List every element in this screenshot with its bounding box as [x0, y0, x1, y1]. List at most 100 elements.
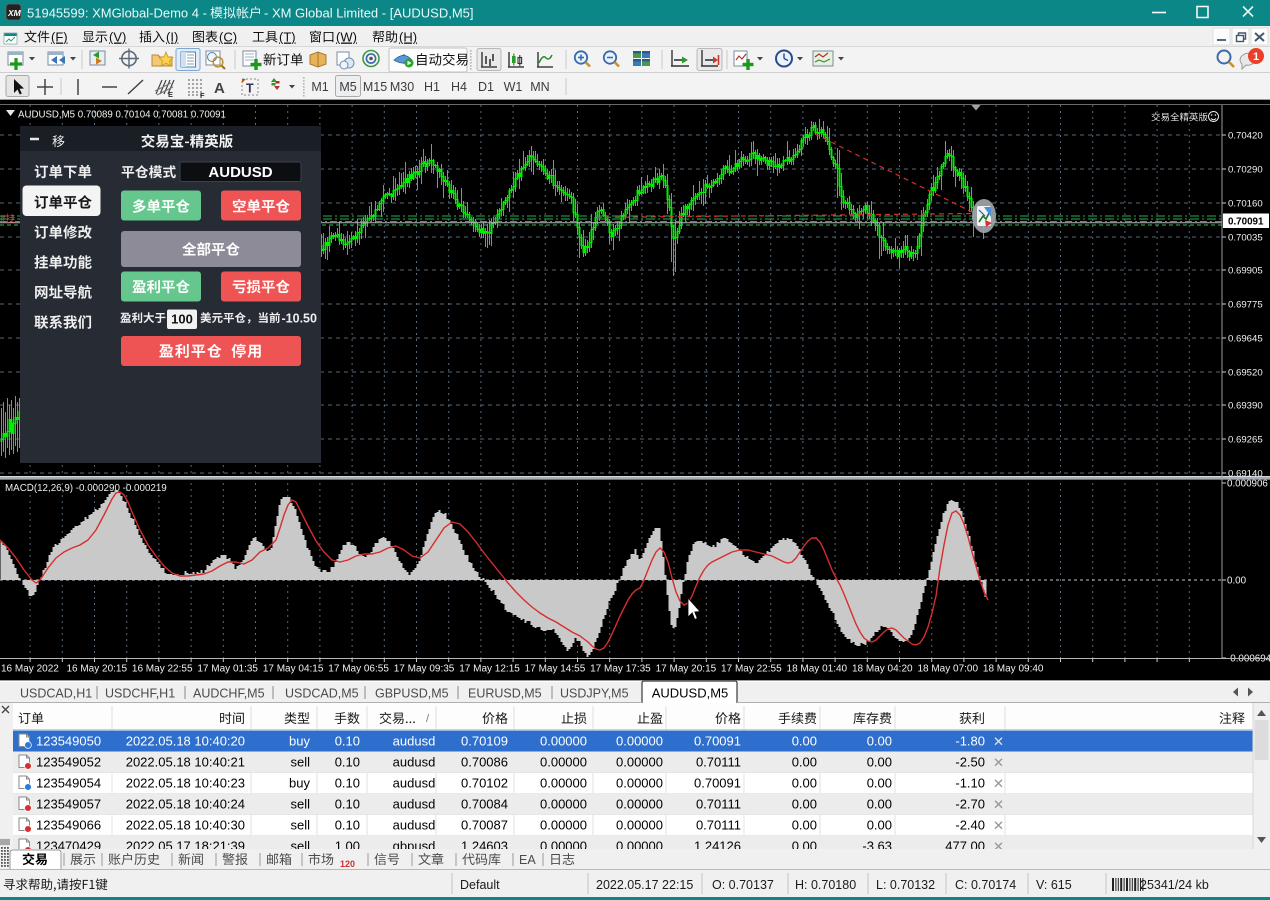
svg-text:F: F	[200, 91, 205, 100]
svg-text:GBPUSD,M5: GBPUSD,M5	[375, 687, 449, 701]
svg-text:0.70111: 0.70111	[696, 818, 741, 833]
svg-text:16 May 20:15: 16 May 20:15	[66, 664, 127, 675]
svg-text:O: 0.70137: O: 0.70137	[712, 878, 774, 892]
svg-text:XM: XM	[7, 8, 22, 18]
svg-text:0.00000: 0.00000	[540, 755, 587, 770]
svg-text:0.00000: 0.00000	[616, 755, 663, 770]
svg-text:sell: sell	[290, 755, 310, 770]
svg-text:0.70420: 0.70420	[1228, 131, 1263, 142]
svg-text:AUDCHF,M5: AUDCHF,M5	[193, 687, 265, 701]
svg-text:MACD(12,26,9) -0.000290 -0.000: MACD(12,26,9) -0.000290 -0.000219	[5, 483, 167, 494]
svg-text:(V): (V)	[109, 30, 126, 45]
svg-text:123549066: 123549066	[36, 818, 101, 833]
svg-text:audusd: audusd	[393, 734, 436, 749]
svg-text:2022.05.18 10:40:30: 2022.05.18 10:40:30	[126, 818, 245, 833]
svg-text:0.00000: 0.00000	[540, 776, 587, 791]
svg-text:A: A	[214, 80, 225, 97]
svg-text:2022.05.17 22:15: 2022.05.17 22:15	[596, 878, 693, 892]
svg-text:0.00000: 0.00000	[616, 734, 663, 749]
svg-text:17 May 09:35: 17 May 09:35	[394, 664, 455, 675]
svg-text:buy: buy	[289, 776, 310, 791]
svg-text:0.70091: 0.70091	[1228, 217, 1264, 228]
svg-text:audusd: audusd	[393, 797, 436, 812]
svg-text:-1.10: -1.10	[955, 776, 985, 791]
svg-text:0.00: 0.00	[867, 797, 892, 812]
svg-text:V: 615: V: 615	[1036, 878, 1072, 892]
svg-text:17 May 20:15: 17 May 20:15	[656, 664, 717, 675]
svg-text:D1: D1	[478, 80, 494, 94]
svg-text:0.70091: 0.70091	[694, 734, 741, 749]
svg-text:(C): (C)	[219, 30, 237, 45]
svg-text:C: 0.70174: C: 0.70174	[955, 878, 1016, 892]
svg-text:0.00: 0.00	[792, 755, 817, 770]
svg-text:USDJPY,M5: USDJPY,M5	[560, 687, 629, 701]
svg-text:0.69775: 0.69775	[1228, 300, 1263, 311]
svg-text:0.70087: 0.70087	[461, 818, 508, 833]
svg-text:0.10: 0.10	[335, 776, 360, 791]
svg-text:0.00: 0.00	[867, 734, 892, 749]
svg-text:2022.05.18 10:40:24: 2022.05.18 10:40:24	[126, 797, 245, 812]
svg-text:2022.05.18 10:40:20: 2022.05.18 10:40:20	[126, 734, 245, 749]
svg-text:0.00: 0.00	[792, 776, 817, 791]
svg-text:17 May 14:55: 17 May 14:55	[525, 664, 586, 675]
svg-text:123549052: 123549052	[36, 755, 101, 770]
svg-text:- XM Global Limited - [AUDUSD,: - XM Global Limited - [AUDUSD,M5]	[264, 6, 474, 21]
svg-text:0.00: 0.00	[867, 776, 892, 791]
svg-text:0.69520: 0.69520	[1228, 368, 1263, 379]
svg-text:audusd: audusd	[393, 755, 436, 770]
svg-text:17 May 17:35: 17 May 17:35	[590, 664, 651, 675]
svg-text:(T): (T)	[279, 30, 296, 45]
svg-text:H4: H4	[451, 80, 467, 94]
svg-text:-10.50: -10.50	[282, 312, 317, 326]
svg-text:17 May 06:55: 17 May 06:55	[328, 664, 389, 675]
svg-text:0.10: 0.10	[335, 755, 360, 770]
svg-text:-1.80: -1.80	[955, 734, 985, 749]
svg-text:0.00: 0.00	[792, 818, 817, 833]
svg-text:0.00000: 0.00000	[540, 734, 587, 749]
svg-text:0.10: 0.10	[335, 797, 360, 812]
svg-text:17 May 12:15: 17 May 12:15	[459, 664, 520, 675]
svg-text:USDCAD,M5: USDCAD,M5	[285, 687, 359, 701]
svg-text:120: 120	[340, 859, 355, 869]
svg-text:USDCAD,H1: USDCAD,H1	[20, 687, 92, 701]
svg-text:H: 0.70180: H: 0.70180	[795, 878, 856, 892]
svg-text:(W): (W)	[336, 30, 357, 45]
svg-text:0.70111: 0.70111	[696, 755, 741, 770]
svg-text:0.69645: 0.69645	[1228, 334, 1263, 345]
svg-text:0.70102: 0.70102	[461, 776, 508, 791]
svg-text:2022.05.18 10:40:21: 2022.05.18 10:40:21	[126, 755, 245, 770]
svg-text:AUDUSD,M5 0.70089 0.70104 0.7: AUDUSD,M5 0.70089 0.70104 0.70081 0.7009…	[18, 110, 226, 121]
svg-text:sell: sell	[290, 797, 310, 812]
svg-text:(H): (H)	[399, 30, 417, 45]
svg-text:25341/24 kb: 25341/24 kb	[1140, 878, 1209, 892]
svg-text:18 May 01:40: 18 May 01:40	[787, 664, 848, 675]
svg-text:18 May 09:40: 18 May 09:40	[983, 664, 1044, 675]
svg-text:0.00: 0.00	[867, 755, 892, 770]
svg-text:0.00000: 0.00000	[540, 818, 587, 833]
svg-text:0.00000: 0.00000	[616, 776, 663, 791]
svg-text:18 May 07:00: 18 May 07:00	[917, 664, 978, 675]
svg-text:Default: Default	[460, 878, 500, 892]
svg-text:M15: M15	[363, 80, 387, 94]
svg-text:AUDUSD: AUDUSD	[208, 164, 272, 181]
svg-text:0.00: 0.00	[792, 734, 817, 749]
svg-text:0.70160: 0.70160	[1228, 199, 1263, 210]
svg-text:17 May 04:15: 17 May 04:15	[263, 664, 324, 675]
svg-text:0.70086: 0.70086	[461, 755, 508, 770]
svg-text:T: T	[246, 82, 254, 96]
svg-text:0.70091: 0.70091	[694, 776, 741, 791]
svg-text:123549057: 123549057	[36, 797, 101, 812]
svg-text:audusd: audusd	[393, 776, 436, 791]
svg-text:17 May 01:35: 17 May 01:35	[197, 664, 258, 675]
svg-text:M30: M30	[390, 80, 414, 94]
svg-text:0.00000: 0.00000	[540, 797, 587, 812]
svg-text:-2.40: -2.40	[955, 818, 985, 833]
svg-text:0.10: 0.10	[335, 818, 360, 833]
svg-text:123549050: 123549050	[36, 734, 101, 749]
svg-text:0.69905: 0.69905	[1228, 266, 1263, 277]
svg-text:H1: H1	[424, 80, 440, 94]
svg-text:M5: M5	[339, 80, 356, 94]
svg-text:AUDUSD,M5: AUDUSD,M5	[652, 686, 729, 701]
svg-text:51945599: XMGlobal-Demo 4 -: 51945599: XMGlobal-Demo 4 -	[27, 6, 207, 21]
svg-text:W1: W1	[504, 80, 523, 94]
